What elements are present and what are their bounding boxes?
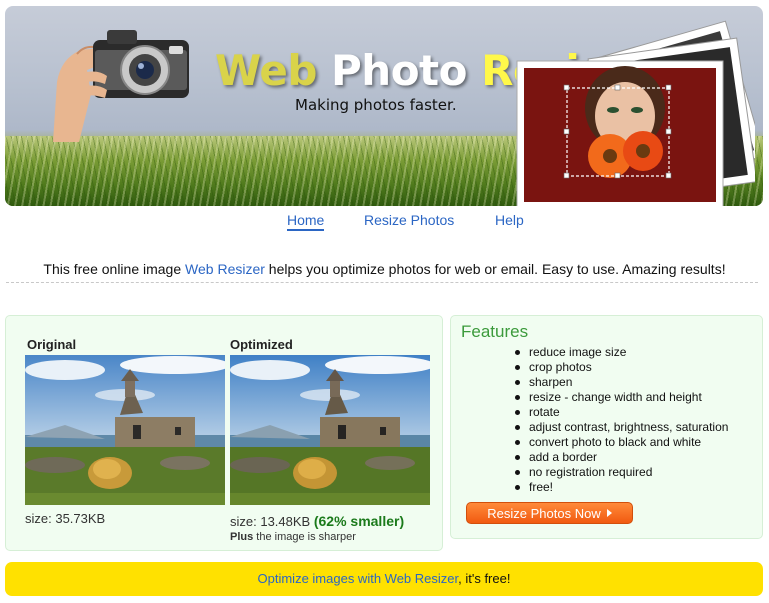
original-photo <box>25 355 225 505</box>
feature-item: no registration required <box>513 465 728 480</box>
intro-web-resizer-link[interactable]: Web Resizer <box>185 261 265 277</box>
feature-item: convert photo to black and white <box>513 435 728 450</box>
intro-text-after: helps you optimize photos for web or ema… <box>264 261 726 277</box>
feature-item: free! <box>513 480 728 495</box>
right-triangle-icon <box>606 509 612 517</box>
site-title-word-2: Photo <box>331 46 467 95</box>
feature-item: adjust contrast, brightness, saturation <box>513 420 728 435</box>
features-panel: Features reduce image size crop photos s… <box>450 315 763 539</box>
feature-item: crop photos <box>513 360 728 375</box>
optimized-heading: Optimized <box>230 337 293 352</box>
sharper-note: Plus the image is sharper <box>230 531 356 543</box>
resize-photos-now-button[interactable]: Resize Photos Now <box>466 502 633 524</box>
footer-promo-text: , it's free! <box>458 571 511 586</box>
intro-text: This free online image Web Resizer helps… <box>0 261 769 277</box>
site-title-word-1: Web <box>215 46 317 95</box>
comparison-panel: Original Optimized size: 35.73KB size: 1… <box>5 315 443 551</box>
original-heading: Original <box>27 337 77 352</box>
feature-item: resize - change width and height <box>513 390 728 405</box>
feature-item: rotate <box>513 405 728 420</box>
photo-stack-illustration <box>516 20 755 206</box>
footer-promo-bar: Optimize images with Web Resizer, it's f… <box>5 562 763 596</box>
intro-text-before: This free online image <box>43 261 186 277</box>
nav-help-link[interactable]: Help <box>495 212 524 228</box>
optimized-photo <box>230 355 430 505</box>
site-tagline: Making photos faster. <box>295 96 457 114</box>
resize-photos-now-label: Resize Photos Now <box>487 505 601 521</box>
main-nav: Home Resize Photos Help <box>0 212 769 234</box>
feature-item: reduce image size <box>513 345 728 360</box>
optimized-savings-label: (62% smaller) <box>313 513 405 529</box>
feature-item: sharpen <box>513 375 728 390</box>
sharper-note-bold: Plus <box>230 531 254 543</box>
feature-item: add a border <box>513 450 728 465</box>
camera-hand-illustration <box>53 30 189 142</box>
features-heading: Features <box>461 322 529 341</box>
dashed-divider <box>6 282 758 283</box>
nav-home-link[interactable]: Home <box>287 212 325 231</box>
header-banner: Web Photo Resizer Making photos faster. <box>5 6 763 206</box>
sharper-note-text: the image is sharper <box>253 531 356 543</box>
optimized-size-label: size: 13.48KB (62% smaller) <box>230 513 404 529</box>
optimized-size-value: size: 13.48KB <box>230 514 311 529</box>
nav-resize-photos-link[interactable]: Resize Photos <box>364 212 454 228</box>
features-list: reduce image size crop photos sharpen re… <box>513 345 728 495</box>
original-size-label: size: 35.73KB <box>25 511 106 526</box>
footer-optimize-link[interactable]: Optimize images with Web Resizer <box>258 571 459 586</box>
